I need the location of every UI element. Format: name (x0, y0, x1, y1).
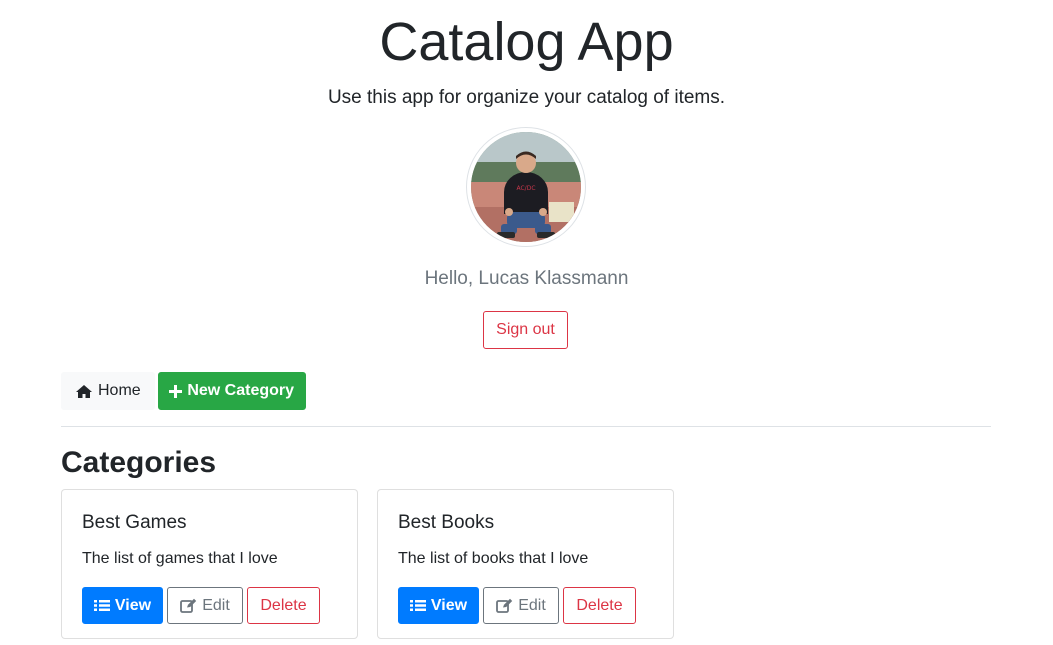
view-button[interactable]: View (82, 587, 163, 624)
delete-button[interactable]: Delete (563, 587, 636, 624)
view-label: View (430, 596, 468, 614)
edit-label: Edit (518, 596, 546, 614)
user-greeting: Hello, Lucas Klassmann (424, 268, 629, 289)
category-title: Best Games (82, 512, 187, 533)
avatar-image: AC/DC (471, 132, 581, 242)
category-card: Best Games The list of games that I love… (61, 489, 358, 639)
view-label: View (114, 596, 152, 614)
divider (61, 426, 991, 427)
new-category-label: New Category (187, 382, 295, 399)
page-title: Catalog App (379, 12, 674, 72)
list-icon (93, 599, 110, 612)
edit-button[interactable]: Edit (167, 587, 243, 624)
list-icon (409, 599, 426, 612)
categories-heading: Categories (61, 446, 217, 479)
home-label: Home (98, 382, 141, 399)
sign-out-label: Sign out (496, 321, 555, 338)
plus-icon (169, 384, 183, 398)
view-button[interactable]: View (398, 587, 479, 624)
avatar-photo: AC/DC (471, 132, 581, 242)
edit-icon (496, 598, 513, 613)
edit-button[interactable]: Edit (483, 587, 559, 624)
category-title: Best Books (398, 512, 495, 533)
home-icon (75, 384, 93, 399)
edit-label: Edit (202, 596, 230, 614)
home-button[interactable]: Home (61, 372, 155, 410)
category-description: The list of books that I love (398, 550, 589, 567)
new-category-button[interactable]: New Category (157, 372, 306, 410)
edit-icon (180, 598, 197, 613)
category-card: Best Books The list of books that I love… (377, 489, 674, 639)
nav-bar: Home New Category (61, 372, 306, 410)
category-actions: View Edit Delete (398, 587, 636, 624)
category-actions: View Edit Delete (82, 587, 320, 624)
avatar: AC/DC (466, 127, 586, 247)
delete-button[interactable]: Delete (247, 587, 320, 624)
page-subtitle: Use this app for organize your catalog o… (327, 87, 726, 108)
delete-label: Delete (260, 596, 307, 614)
svg-text:AC/DC: AC/DC (516, 185, 535, 192)
delete-label: Delete (576, 596, 623, 614)
category-description: The list of games that I love (82, 550, 278, 567)
sign-out-button[interactable]: Sign out (483, 311, 568, 349)
